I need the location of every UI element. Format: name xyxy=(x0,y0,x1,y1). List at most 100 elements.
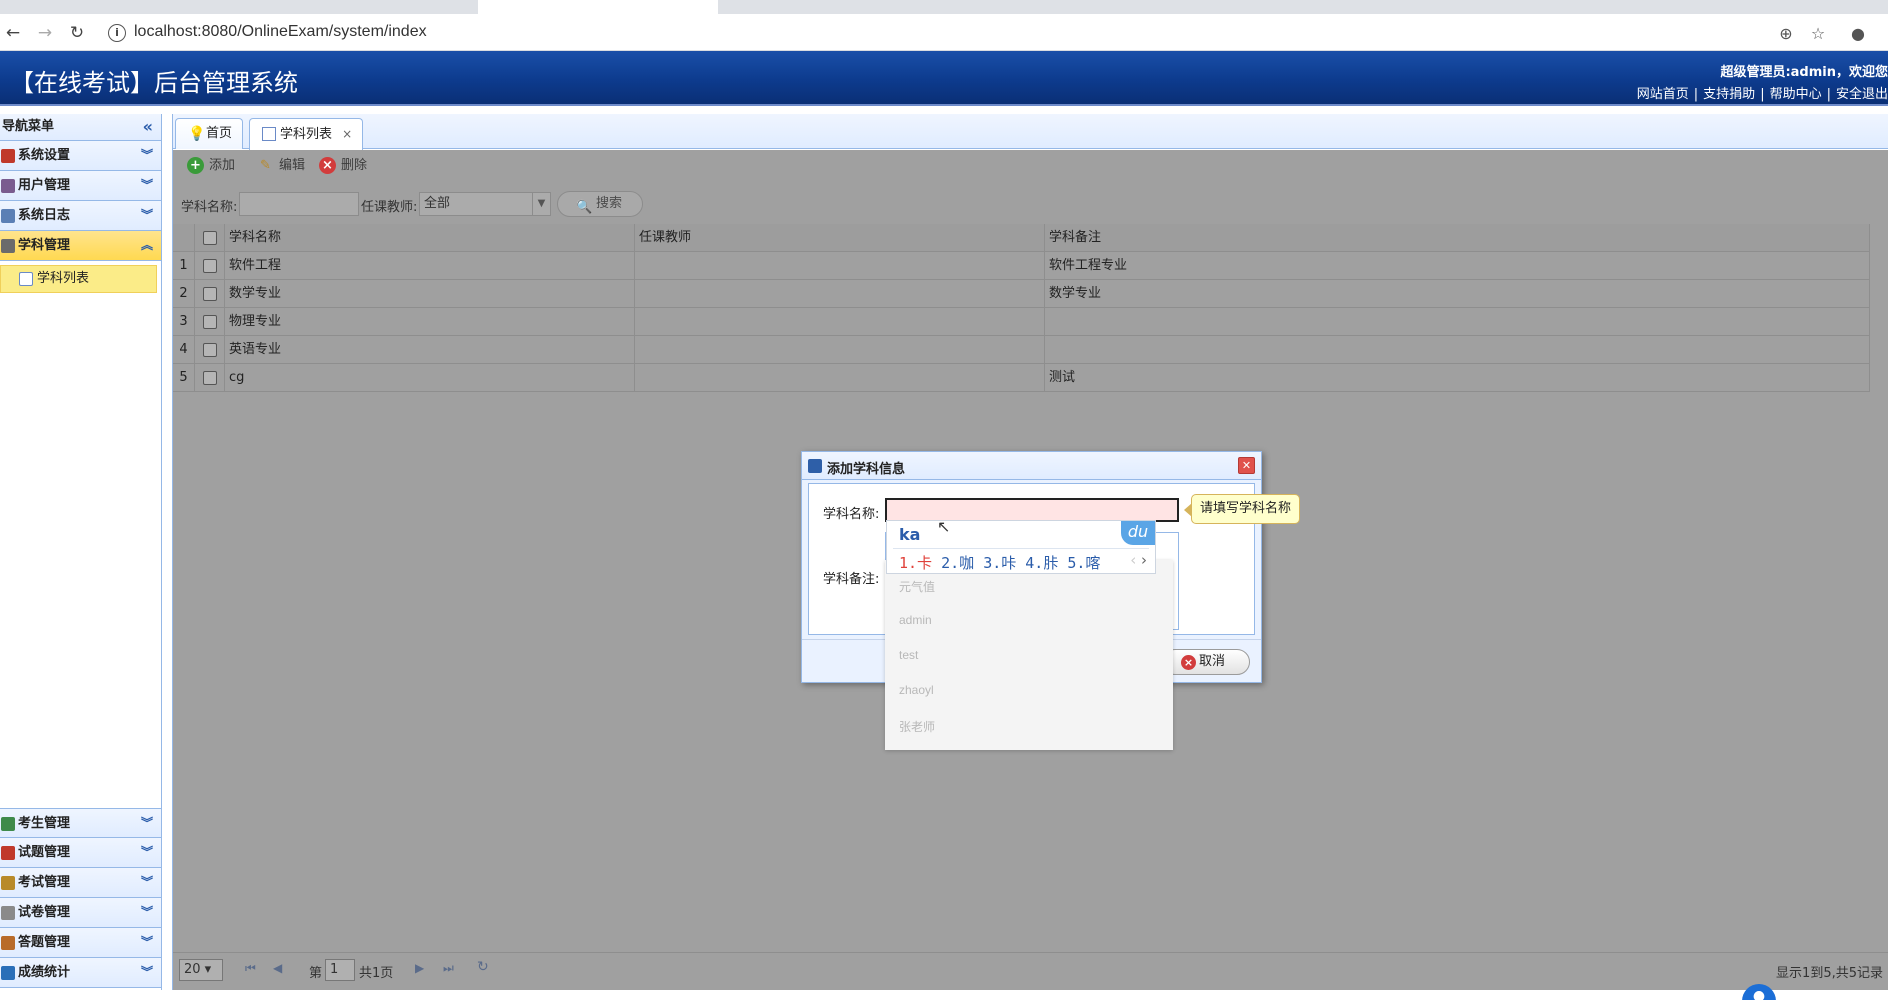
table-row[interactable]: 5 cg 测试 xyxy=(173,364,1870,392)
row-checkbox[interactable] xyxy=(195,280,225,307)
document-icon xyxy=(1,906,15,920)
autocomplete-dropdown: 元气值 admin test zhaoyl 张老师 xyxy=(885,560,1173,750)
ime-candidate[interactable]: 5.喀 xyxy=(1067,554,1100,572)
browser-tab[interactable] xyxy=(0,0,240,14)
examinee-icon xyxy=(1,817,15,831)
column-header-name[interactable]: 学科名称 xyxy=(225,224,635,251)
row-checkbox[interactable] xyxy=(195,252,225,279)
donate-link[interactable]: 支持捐助 xyxy=(1703,87,1755,102)
sidebar-item-question-management[interactable]: 试题管理 ︾ xyxy=(0,838,161,868)
collapse-icon[interactable]: « xyxy=(143,114,153,140)
mouse-cursor-icon: ↖ xyxy=(937,517,951,536)
back-icon[interactable]: ← xyxy=(2,22,24,44)
bookmark-star-icon[interactable]: ☆ xyxy=(1807,23,1829,45)
row-checkbox[interactable] xyxy=(195,308,225,335)
teacher-select[interactable]: 全部 ▼ xyxy=(419,192,551,216)
row-checkbox[interactable] xyxy=(195,336,225,363)
edit-button[interactable]: ✎ 编辑 xyxy=(257,157,305,175)
sidebar-item-examinee-management[interactable]: 考生管理 ︾ xyxy=(0,808,161,838)
chevron-down-icon: ︾ xyxy=(140,905,153,919)
chevron-down-icon: ︾ xyxy=(140,208,153,222)
close-icon[interactable]: × xyxy=(342,127,352,141)
sidebar-item-exam-management[interactable]: 考试管理 ︾ xyxy=(0,868,161,898)
chevron-down-icon: ︾ xyxy=(140,178,153,192)
table-row[interactable]: 2 数学专业 数学专业 xyxy=(173,280,1870,308)
address-bar: ← → ↻ i localhost:8080/OnlineExam/system… xyxy=(0,14,1888,51)
ime-page-nav-icon[interactable]: ‹ › xyxy=(1130,551,1147,569)
next-page-icon[interactable]: ▶ xyxy=(415,961,424,975)
first-page-icon[interactable]: ⏮ xyxy=(245,961,256,976)
add-button[interactable]: + 添加 xyxy=(187,157,235,175)
subject-remark-label: 学科备注: xyxy=(823,572,880,587)
sidebar-item-user-management[interactable]: 用户管理 ︾ xyxy=(0,171,161,201)
forward-icon[interactable]: → xyxy=(34,22,56,44)
name-filter-label: 学科名称: xyxy=(181,200,238,215)
chevron-down-icon: ︾ xyxy=(140,816,153,830)
subject-name-input[interactable]: ! xyxy=(885,498,1256,522)
delete-icon: × xyxy=(319,157,336,174)
cancel-icon: × xyxy=(1181,655,1196,670)
site-info-icon[interactable]: i xyxy=(108,24,126,42)
sidebar-item-system-log[interactable]: 系统日志 ︾ xyxy=(0,201,161,231)
teacher-filter-label: 任课教师: xyxy=(361,200,418,215)
chevron-down-icon: ︾ xyxy=(140,845,153,859)
home-link[interactable]: 网站首页 xyxy=(1637,87,1689,102)
browser-tab-active[interactable] xyxy=(478,0,718,14)
chevron-down-icon: ︾ xyxy=(140,148,153,162)
history-item[interactable]: zhaoyl xyxy=(899,683,934,697)
help-link[interactable]: 帮助中心 xyxy=(1770,87,1822,102)
history-item[interactable]: 张老师 xyxy=(899,718,935,735)
sidebar-item-system-settings[interactable]: 系统设置 ︾ xyxy=(0,141,161,171)
logout-link[interactable]: 安全退出 xyxy=(1836,87,1888,102)
browser-tab[interactable] xyxy=(244,0,474,14)
chevron-down-icon: ︾ xyxy=(140,935,153,949)
ime-candidate[interactable]: 4.胩 xyxy=(1025,554,1058,572)
dialog-title: 添加学科信息 xyxy=(827,462,906,477)
tab-home[interactable]: 💡 首页 xyxy=(175,118,244,149)
sidebar-subitem-subject-list[interactable]: 学科列表 xyxy=(0,265,157,293)
cancel-button[interactable]: × 取消 xyxy=(1162,649,1250,675)
toolbar: + 添加 ✎ 编辑 × 删除 xyxy=(173,150,1888,182)
add-icon: + xyxy=(187,157,204,174)
last-page-icon[interactable]: ⏭ xyxy=(443,961,454,976)
prev-page-icon[interactable]: ◀ xyxy=(273,961,282,975)
sidebar-item-answer-management[interactable]: 答题管理 ︾ xyxy=(0,928,161,958)
url-field[interactable]: localhost:8080/OnlineExam/system/index xyxy=(134,23,427,41)
delete-button[interactable]: × 删除 xyxy=(319,157,367,175)
table-header: 学科名称 任课教师 学科备注 xyxy=(173,224,1870,252)
history-item[interactable]: test xyxy=(899,648,918,662)
pagination-bar: 20 ▾ ⏮ ◀ 第 1 共1页 ▶ ⏭ ↻ 显示1到5,共5记录 xyxy=(173,952,1888,988)
search-button[interactable]: 🔍 搜索 xyxy=(557,191,644,217)
ime-candidates: 1.卡 2.咖 3.咔 4.胩 5.喀 xyxy=(899,552,1100,573)
page-number-input[interactable]: 1 xyxy=(325,959,355,981)
close-icon[interactable]: ✕ xyxy=(1238,457,1255,474)
sidebar-item-score-statistics[interactable]: 成绩统计 ︾ xyxy=(0,958,161,988)
calendar-icon xyxy=(1,846,15,860)
ime-candidate[interactable]: 2.咖 xyxy=(941,554,974,572)
tab-subject-list[interactable]: 学科列表 × xyxy=(249,118,364,150)
record-summary: 显示1到5,共5记录 xyxy=(1776,966,1883,981)
chart-icon xyxy=(1,876,15,890)
select-all-checkbox[interactable] xyxy=(195,224,225,251)
table-row[interactable]: 4 英语专业 xyxy=(173,336,1870,364)
ime-candidate[interactable]: 1.卡 xyxy=(899,554,932,572)
history-item[interactable]: 元气值 xyxy=(899,578,935,595)
row-checkbox[interactable] xyxy=(195,364,225,391)
sidebar-item-paper-management[interactable]: 试卷管理 ︾ xyxy=(0,898,161,928)
history-item[interactable]: admin xyxy=(899,613,932,627)
table-row[interactable]: 1 软件工程 软件工程专业 xyxy=(173,252,1870,280)
log-icon xyxy=(1,209,15,223)
save-icon xyxy=(808,459,822,473)
column-header-teacher[interactable]: 任课教师 xyxy=(635,224,1045,251)
zoom-icon[interactable]: ⊕ xyxy=(1775,23,1797,45)
column-header-remark[interactable]: 学科备注 xyxy=(1045,224,1870,251)
reload-icon[interactable]: ↻ xyxy=(66,22,88,44)
name-filter-input[interactable] xyxy=(239,192,359,216)
refresh-icon[interactable]: ↻ xyxy=(477,959,489,975)
page-size-select[interactable]: 20 ▾ xyxy=(179,959,223,981)
table-row[interactable]: 3 物理专业 xyxy=(173,308,1870,336)
users-icon xyxy=(1,179,15,193)
ime-candidate[interactable]: 3.咔 xyxy=(983,554,1016,572)
profile-icon[interactable]: ● xyxy=(1847,23,1869,45)
sidebar-item-subject-management[interactable]: 学科管理 ︽ xyxy=(0,231,161,261)
